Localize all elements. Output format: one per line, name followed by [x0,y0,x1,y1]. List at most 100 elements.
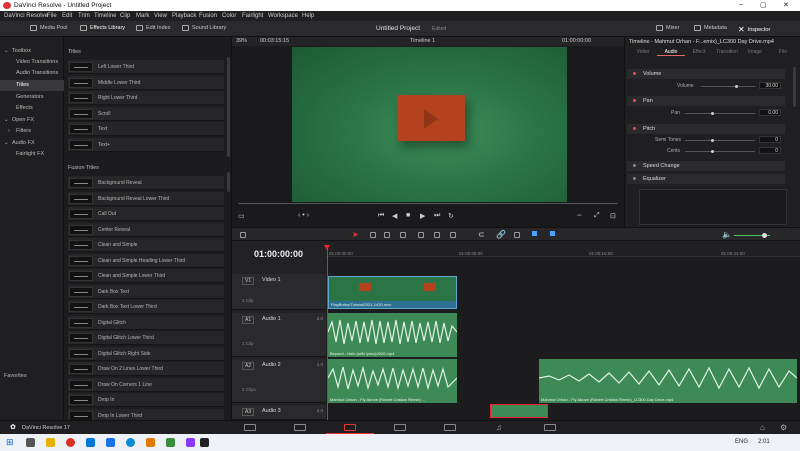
overwrite-clip-icon[interactable] [434,232,440,238]
timeline-ruler[interactable]: 01:00:00:00 01:00:08:00 01:00:16:00 01:0… [326,241,800,257]
effect-item[interactable]: Scroll [68,106,224,121]
skip-end-icon[interactable]: ⏭ [434,212,440,220]
track-header-audio-1[interactable]: A1 Audio 1 2.0 1 Clip [232,313,326,357]
timeline-view-icon[interactable] [240,232,246,238]
effect-item[interactable]: Digital Glitch Right Side [68,346,224,361]
edge-icon[interactable] [126,438,135,447]
app-icon[interactable] [146,438,155,447]
tab-file[interactable]: File [769,49,797,55]
search-icon[interactable] [26,438,35,447]
stop-icon[interactable]: ■ [406,212,410,219]
volume-value-field[interactable]: 30.00 [759,82,781,89]
tree-item-audio-fx[interactable]: ⌄ Audio FX [0,138,64,149]
playhead-handle[interactable] [324,245,330,250]
trim-tool-icon[interactable] [370,232,376,238]
effect-item[interactable]: Call Out [68,207,224,221]
menu-edit[interactable]: Edit [62,13,72,19]
menu-timeline[interactable]: Timeline [94,13,116,19]
effect-item[interactable]: Center Reveal [68,222,224,237]
effect-item[interactable]: Clean and Simple Lower Third [68,269,224,283]
cents-value-field[interactable]: 0 [759,147,781,154]
effects-library-button[interactable]: Effects Library [80,25,125,31]
fusion-page-icon[interactable] [394,424,406,431]
project-settings-icon[interactable]: ⚙ [780,423,787,432]
windows-start-icon[interactable]: ⊞ [6,437,14,448]
close-button[interactable]: ✕ [783,1,789,9]
tree-item-filters[interactable]: › Filters [0,126,64,137]
tree-item-titles[interactable]: Titles [0,80,64,91]
viewer-mode-icon[interactable]: ▭ [238,212,245,220]
audio2-clip-b[interactable]: Mahmut Orhan - Fly Above (Robert Cristia… [539,359,797,403]
tree-item-open-fx[interactable]: ⌄ Open FX [0,115,64,126]
effect-item[interactable]: Clean and Simple Heading Lower Third [68,253,224,268]
pan-slider[interactable] [685,113,755,114]
effect-item[interactable]: Text+ [68,137,224,152]
volume-slider[interactable] [701,86,755,87]
track-header-video-1[interactable]: V1 Video 1 1 Clip [232,274,326,310]
menu-clip[interactable]: Clip [120,13,130,19]
selection-tool-icon[interactable]: ➤ [352,230,359,239]
menu-view[interactable]: View [154,13,167,19]
speed-change-enable-icon[interactable] [633,164,636,167]
favorites-header[interactable]: Favorites [0,371,64,382]
effect-item[interactable]: Clean and Simple [68,238,224,252]
effect-item[interactable]: Right Lower Third [68,91,224,105]
dynamic-trim-icon[interactable] [384,232,390,238]
equalizer-section[interactable]: Equalizer [627,174,785,184]
semitones-knob[interactable] [711,139,714,142]
track-header-audio-2[interactable]: A2 Audio 2 2.0 2 Clips [232,359,326,403]
semitones-slider[interactable] [685,140,755,141]
track-header-audio-3[interactable]: A3 Audio 3 2.0 [232,405,326,420]
cut-page-icon[interactable] [294,424,306,431]
equalizer-graph[interactable] [639,189,787,225]
menu-fusion[interactable]: Fusion [199,13,217,19]
pan-section[interactable]: Pan [627,96,785,106]
fullscreen-icon[interactable]: ⤢ [594,212,600,220]
effect-item[interactable]: Background Reveal [68,176,224,190]
mixer-button[interactable]: Mixer [656,25,679,31]
loop-icon[interactable]: ↻ [448,212,454,220]
link-icon[interactable]: 🔗 [496,230,506,239]
replace-clip-icon[interactable] [450,232,456,238]
color-page-icon[interactable] [444,424,456,431]
tree-item-video-transitions[interactable]: Video Transitions [0,57,64,68]
rewind-icon[interactable]: ◀ [392,212,397,220]
menu-fairlight[interactable]: Fairlight [242,13,263,19]
viewer-scrubber[interactable] [238,203,618,204]
effect-item[interactable]: Drop In [68,393,224,407]
app-icon[interactable] [186,438,195,447]
tab-transition[interactable]: Transition [713,49,741,55]
tab-audio[interactable]: Audio [657,49,685,56]
effect-item[interactable]: Middle Lower Third [68,75,224,90]
language-indicator[interactable]: ENG [735,439,748,445]
effect-item[interactable]: Dark Box Text Lower Third [68,300,224,314]
effect-item[interactable]: Dark Box Text [68,284,224,299]
effect-item[interactable]: Draw On 2 Lines Lower Third [68,362,224,376]
deliver-page-icon[interactable] [544,424,556,431]
position-lock-icon[interactable] [514,232,520,238]
tree-item-fairlight-fx[interactable]: Fairlight FX [0,149,64,160]
effect-item[interactable]: Digital Glitch [68,315,224,330]
timeline-selector[interactable]: Timeline 1 [410,38,435,44]
speed-change-section[interactable]: Speed Change [627,161,785,171]
menu-file[interactable]: File [47,13,57,19]
sound-library-button[interactable]: Sound Library [182,25,226,31]
media-page-icon[interactable] [244,424,256,431]
audio1-clip[interactable]: Beyond - Halo (with lyrics)2020.mp4 [328,313,457,357]
pan-enable-icon[interactable] [633,99,636,102]
effect-item[interactable]: Text [68,122,224,136]
snapping-icon[interactable]: ⊂ [478,230,485,239]
insert-clip-icon[interactable] [418,232,424,238]
tree-item-audio-transitions[interactable]: Audio Transitions [0,68,64,79]
inspector-button[interactable]: ✕ Inspector [738,25,770,34]
minimize-button[interactable]: – [739,1,743,8]
marker-icon[interactable] [550,231,555,236]
pitch-enable-icon[interactable] [633,127,636,130]
skip-start-icon[interactable]: ⏮ [378,212,384,220]
inspector-scrollbar[interactable] [793,67,796,107]
cents-knob[interactable] [711,150,714,153]
volume-section[interactable]: Volume [627,69,785,79]
settings-icon[interactable]: ⊡ [610,212,616,220]
file-explorer-icon[interactable] [46,438,55,447]
tree-item-generators[interactable]: Generators [0,92,64,103]
